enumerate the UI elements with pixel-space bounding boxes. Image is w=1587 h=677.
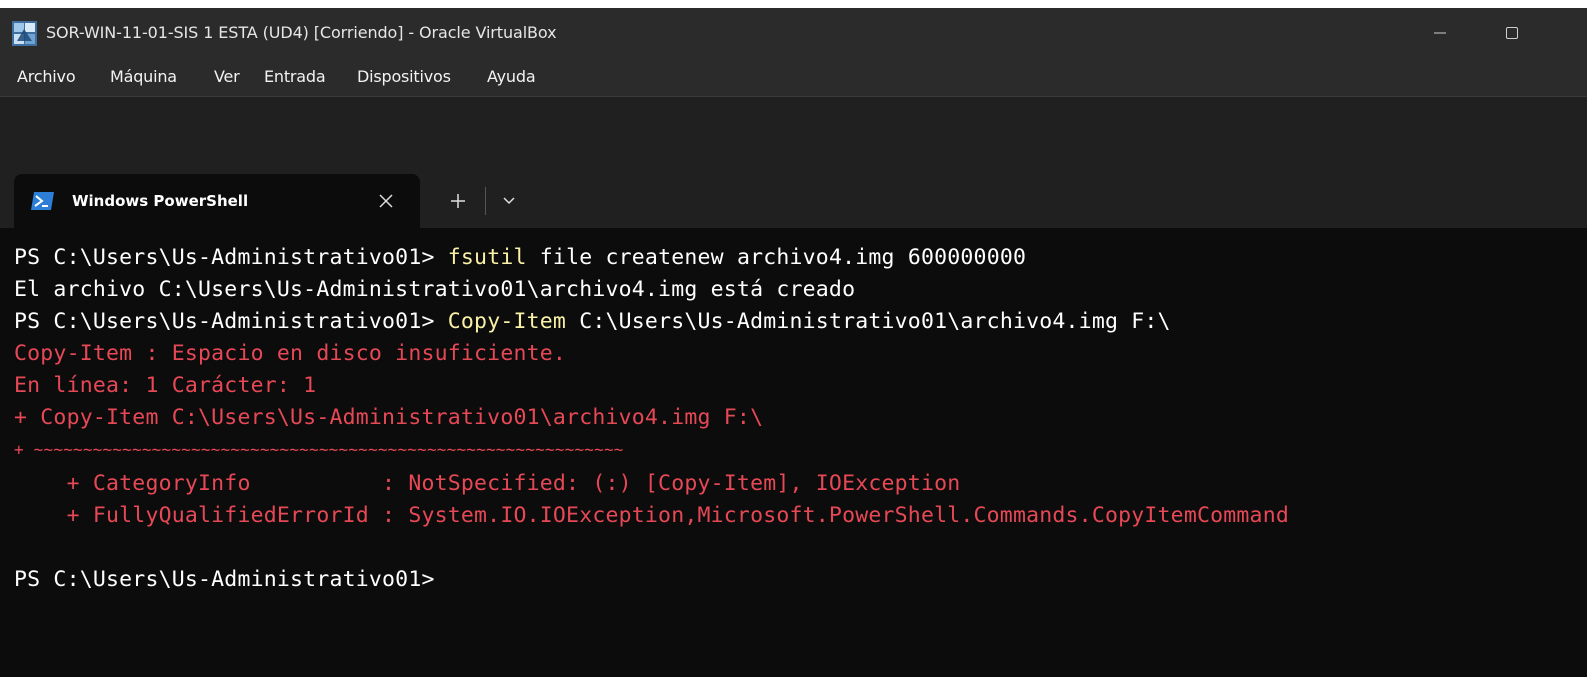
menu-ver[interactable]: Ver <box>214 58 240 96</box>
terminal-prompt-final: PS C:\Users\Us-Administrativo01> <box>14 567 435 592</box>
error-line-4: + ~~~~~~~~~~~~~~~~~~~~~~~~~~~~~~~~~~~~~~… <box>14 440 624 459</box>
command-name: fsutil <box>447 245 527 270</box>
terminal-line-3: PS C:\Users\Us-Administrativo01> Copy-It… <box>14 306 1171 338</box>
tab-label: Windows PowerShell <box>72 192 249 210</box>
terminal-line-2: El archivo C:\Users\Us-Administrativo01\… <box>14 277 856 302</box>
error-line-5: + CategoryInfo : NotSpecified: (:) [Copy… <box>14 471 961 496</box>
tab-dropdown-button[interactable] <box>496 187 522 215</box>
command-args: file createnew archivo4.img <box>526 245 908 270</box>
minimize-icon <box>1434 32 1446 34</box>
new-tab-button[interactable] <box>444 187 472 215</box>
error-line-2: En línea: 1 Carácter: 1 <box>14 373 317 398</box>
chevron-down-icon <box>503 197 515 205</box>
minimize-button[interactable] <box>1410 8 1470 58</box>
error-line-1: Copy-Item : Espacio en disco insuficient… <box>14 341 567 366</box>
error-line-6: + FullyQualifiedErrorId : System.IO.IOEx… <box>14 503 1289 528</box>
maximize-icon <box>1506 27 1518 39</box>
window-title: SOR-WIN-11-01-SIS 1 ESTA (UD4) [Corriend… <box>46 23 557 42</box>
command-args: C:\Users\Us-Administrativo01\archivo4.im… <box>566 309 1171 334</box>
tab-windows-powershell[interactable]: Windows PowerShell <box>14 174 420 228</box>
prompt: PS C:\Users\Us-Administrativo01> <box>14 309 448 334</box>
menu-archivo[interactable]: Archivo <box>17 58 76 96</box>
command-number: 600000000 <box>907 245 1027 270</box>
menu-dispositivos[interactable]: Dispositivos <box>357 58 451 96</box>
title-bar[interactable]: SOR-WIN-11-01-SIS 1 ESTA (UD4) [Corriend… <box>0 8 1587 58</box>
error-line-3: + Copy-Item C:\Users\Us-Administrativo01… <box>14 405 764 430</box>
terminal-line-1: PS C:\Users\Us-Administrativo01> fsutil … <box>14 242 1026 274</box>
maximize-button[interactable] <box>1482 8 1542 58</box>
menu-bar: Archivo Máquina Ver Entrada Dispositivos… <box>0 58 1587 97</box>
command-name: Copy-Item <box>447 309 567 334</box>
menu-entrada[interactable]: Entrada <box>264 58 326 96</box>
terminal-output[interactable]: PS C:\Users\Us-Administrativo01> fsutil … <box>0 228 1587 677</box>
powershell-icon <box>31 192 54 210</box>
tab-separator <box>485 187 486 215</box>
menu-ayuda[interactable]: Ayuda <box>487 58 536 96</box>
menu-maquina[interactable]: Máquina <box>110 58 177 96</box>
prompt: PS C:\Users\Us-Administrativo01> <box>14 245 448 270</box>
virtualbox-icon <box>12 21 37 46</box>
tab-strip: Windows PowerShell <box>0 174 1587 228</box>
close-icon[interactable] <box>376 191 396 211</box>
terminal-titlebar-area[interactable] <box>0 97 1587 174</box>
top-edge <box>0 0 1587 8</box>
plus-icon <box>451 194 465 208</box>
